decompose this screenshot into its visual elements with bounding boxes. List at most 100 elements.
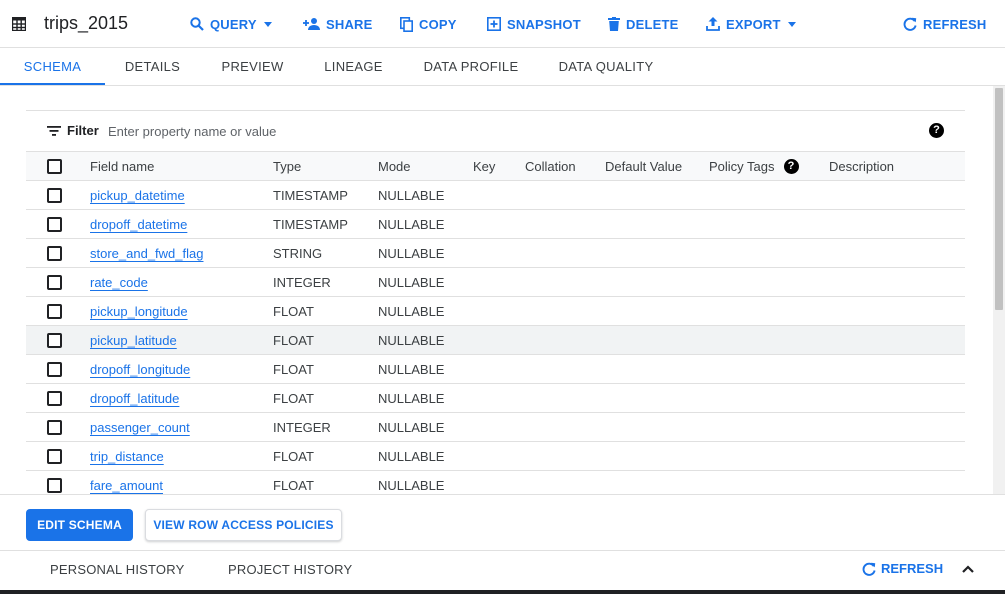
- filter-label: Filter: [67, 123, 99, 138]
- vertical-scrollbar[interactable]: [993, 86, 1005, 494]
- row-checkbox[interactable]: [47, 478, 62, 493]
- field-mode: NULLABLE: [378, 303, 445, 319]
- table-row: dropoff_latitude FLOAT NULLABLE: [26, 384, 965, 413]
- field-name-link[interactable]: trip_distance: [90, 449, 164, 464]
- row-checkbox[interactable]: [47, 333, 62, 348]
- scrollbar-thumb[interactable]: [995, 88, 1003, 310]
- copy-button[interactable]: COPY: [400, 15, 457, 33]
- field-mode: NULLABLE: [378, 448, 445, 464]
- tab-preview[interactable]: PREVIEW: [200, 49, 305, 85]
- column-header-field-name[interactable]: Field name: [90, 152, 154, 180]
- tab-lineage[interactable]: LINEAGE: [305, 49, 402, 85]
- field-type: TIMESTAMP: [273, 216, 348, 232]
- share-button[interactable]: SHARE: [303, 15, 373, 33]
- copy-label: COPY: [419, 16, 457, 32]
- tab-data-profile[interactable]: DATA PROFILE: [402, 49, 540, 85]
- tab-bar: SCHEMA DETAILS PREVIEW LINEAGE DATA PROF…: [0, 49, 1005, 86]
- field-mode: NULLABLE: [378, 187, 445, 203]
- row-checkbox[interactable]: [47, 275, 62, 290]
- row-checkbox[interactable]: [47, 246, 62, 261]
- snapshot-icon: [487, 17, 501, 31]
- row-checkbox[interactable]: [47, 449, 62, 464]
- table-header: trips_2015 QUERY SHARE COPY SNAPSHOT DEL…: [0, 0, 1005, 48]
- column-header-default-value[interactable]: Default Value: [605, 152, 682, 180]
- tab-project-history[interactable]: PROJECT HISTORY: [228, 562, 352, 577]
- schema-table: Field name Type Mode Key Collation Defau…: [26, 151, 965, 500]
- field-name-link[interactable]: pickup_datetime: [90, 188, 185, 203]
- chevron-down-icon: [263, 21, 272, 27]
- snapshot-button[interactable]: SNAPSHOT: [487, 15, 581, 33]
- export-label: EXPORT: [726, 16, 781, 32]
- refresh-button[interactable]: REFRESH: [903, 15, 987, 33]
- column-header-key[interactable]: Key: [473, 152, 495, 180]
- table-row: pickup_longitude FLOAT NULLABLE: [26, 297, 965, 326]
- filter-bar: Filter ?: [26, 110, 965, 152]
- field-type: FLOAT: [273, 332, 314, 348]
- tab-data-quality[interactable]: DATA QUALITY: [540, 49, 672, 85]
- page-title: trips_2015: [44, 13, 129, 33]
- column-header-collation[interactable]: Collation: [525, 152, 576, 180]
- column-header-policy-tags[interactable]: Policy Tags ?: [709, 152, 799, 180]
- field-type: INTEGER: [273, 419, 331, 435]
- chevron-up-icon[interactable]: [960, 561, 976, 577]
- tab-personal-history[interactable]: PERSONAL HISTORY: [50, 562, 184, 577]
- edit-schema-button[interactable]: EDIT SCHEMA: [26, 509, 133, 541]
- row-checkbox[interactable]: [47, 304, 62, 319]
- field-type: TIMESTAMP: [273, 187, 348, 203]
- column-header-mode[interactable]: Mode: [378, 152, 411, 180]
- table-row: rate_code INTEGER NULLABLE: [26, 268, 965, 297]
- tab-details[interactable]: DETAILS: [105, 49, 200, 85]
- table-row: dropoff_longitude FLOAT NULLABLE: [26, 355, 965, 384]
- field-name-link[interactable]: pickup_longitude: [90, 304, 188, 319]
- row-checkbox[interactable]: [47, 420, 62, 435]
- field-type: FLOAT: [273, 361, 314, 377]
- field-type: INTEGER: [273, 274, 331, 290]
- table-row-highlighted: pickup_latitude FLOAT NULLABLE: [26, 326, 965, 355]
- table-header-row: Field name Type Mode Key Collation Defau…: [26, 151, 965, 181]
- person-add-icon: [303, 18, 320, 30]
- chevron-down-icon: [787, 21, 796, 27]
- history-refresh-button[interactable]: REFRESH: [862, 561, 943, 576]
- schema-actions-bar: EDIT SCHEMA VIEW ROW ACCESS POLICIES: [0, 494, 1005, 551]
- field-type: STRING: [273, 245, 323, 261]
- field-name-link[interactable]: dropoff_latitude: [90, 391, 179, 406]
- column-header-type[interactable]: Type: [273, 152, 301, 180]
- field-name-link[interactable]: store_and_fwd_flag: [90, 246, 203, 261]
- tab-schema[interactable]: SCHEMA: [0, 49, 105, 85]
- field-mode: NULLABLE: [378, 332, 445, 348]
- export-button[interactable]: EXPORT: [706, 15, 796, 33]
- history-bar: PERSONAL HISTORY PROJECT HISTORY REFRESH: [0, 552, 1005, 590]
- field-mode: NULLABLE: [378, 361, 445, 377]
- help-icon[interactable]: ?: [929, 123, 944, 138]
- delete-icon: [608, 17, 620, 31]
- field-mode: NULLABLE: [378, 390, 445, 406]
- select-all-checkbox[interactable]: [47, 159, 62, 174]
- field-name-link[interactable]: fare_amount: [90, 478, 163, 493]
- field-name-link[interactable]: passenger_count: [90, 420, 190, 435]
- field-name-link[interactable]: rate_code: [90, 275, 148, 290]
- history-refresh-label: REFRESH: [881, 561, 944, 576]
- snapshot-label: SNAPSHOT: [507, 16, 581, 32]
- refresh-label: REFRESH: [923, 16, 987, 32]
- row-checkbox[interactable]: [47, 362, 62, 377]
- row-checkbox[interactable]: [47, 217, 62, 232]
- column-header-description[interactable]: Description: [829, 152, 894, 180]
- filter-input[interactable]: [108, 119, 888, 143]
- view-row-access-policies-button[interactable]: VIEW ROW ACCESS POLICIES: [145, 509, 342, 541]
- field-name-link[interactable]: dropoff_longitude: [90, 362, 190, 377]
- delete-button[interactable]: DELETE: [608, 15, 678, 33]
- help-icon[interactable]: ?: [783, 158, 799, 174]
- field-type: FLOAT: [273, 448, 314, 464]
- field-name-link[interactable]: pickup_latitude: [90, 333, 177, 348]
- table-icon: [12, 17, 26, 31]
- field-name-link[interactable]: dropoff_datetime: [90, 217, 187, 232]
- share-label: SHARE: [326, 16, 373, 32]
- row-checkbox[interactable]: [47, 391, 62, 406]
- query-button[interactable]: QUERY: [190, 15, 272, 33]
- table-row: passenger_count INTEGER NULLABLE: [26, 413, 965, 442]
- export-icon: [706, 17, 720, 31]
- field-type: FLOAT: [273, 303, 314, 319]
- row-checkbox[interactable]: [47, 188, 62, 203]
- field-mode: NULLABLE: [378, 245, 445, 261]
- table-row: trip_distance FLOAT NULLABLE: [26, 442, 965, 471]
